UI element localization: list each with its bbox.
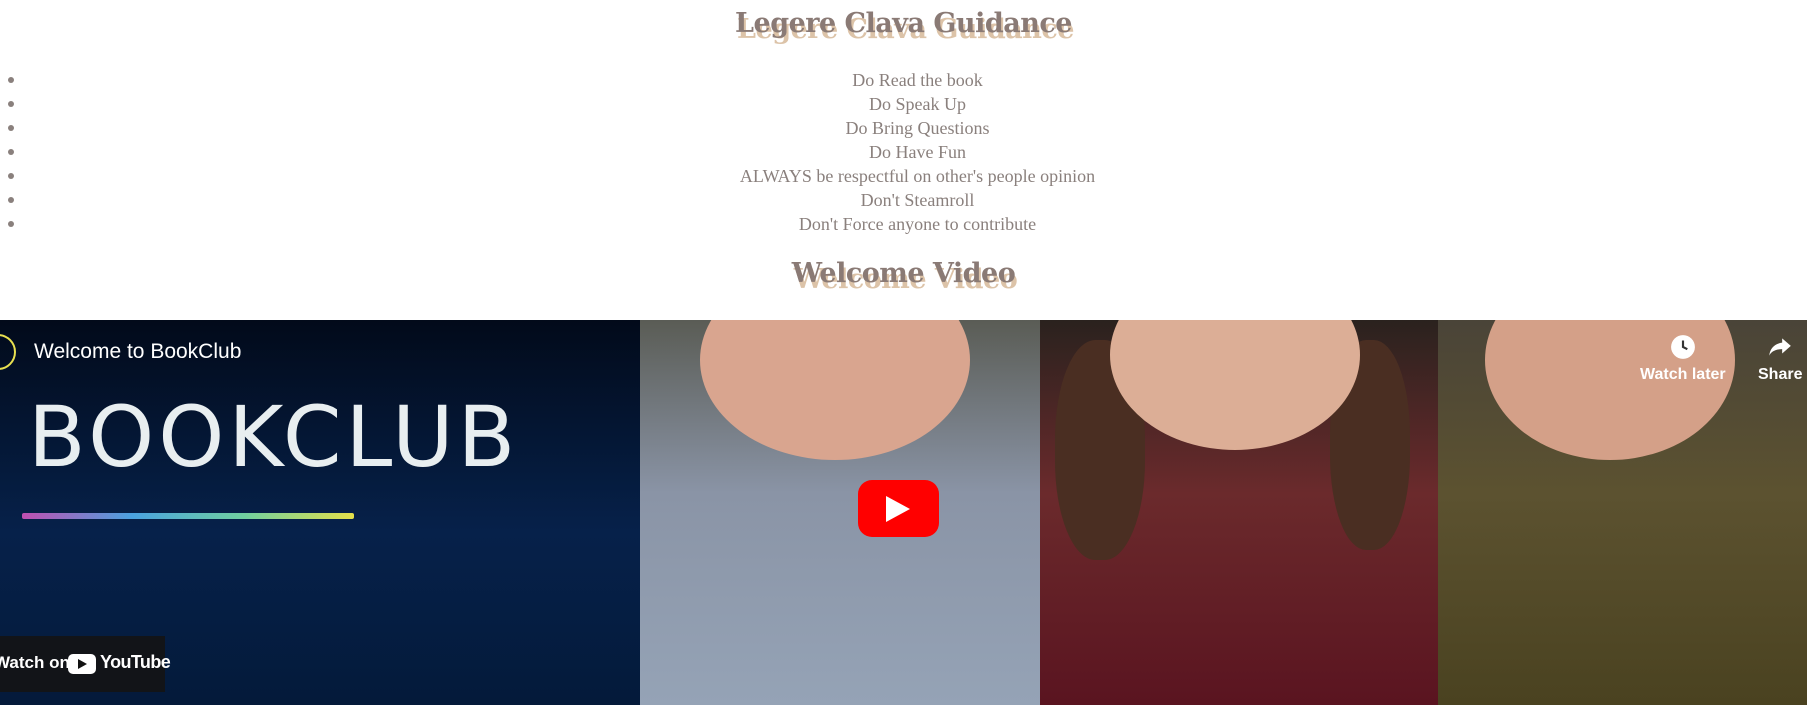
rules-list: Do Read the book Do Speak Up Do Bring Qu… <box>0 68 1807 236</box>
share-button[interactable]: Share <box>1758 334 1802 384</box>
video-title-link[interactable]: Welcome to BookClub <box>34 340 241 364</box>
bullet-icon <box>8 101 14 107</box>
list-item: Don't Steamroll <box>0 188 1807 212</box>
list-item: Don't Force anyone to contribute <box>0 212 1807 236</box>
watch-on-label: Watch on <box>0 653 70 672</box>
rule-text: Do Speak Up <box>869 94 966 114</box>
guidance-heading: Legere Clava Guidance <box>735 8 1072 39</box>
watch-later-label: Watch later <box>1640 366 1726 383</box>
list-item: Do Read the book <box>0 68 1807 92</box>
youtube-wordmark: YouTube <box>100 652 171 672</box>
bullet-icon <box>8 77 14 83</box>
rule-text: Do Read the book <box>852 70 983 90</box>
play-icon <box>886 496 910 522</box>
rule-text: Do Have Fun <box>869 142 966 162</box>
list-item: Do Speak Up <box>0 92 1807 116</box>
rule-text: ALWAYS be respectful on other's people o… <box>739 166 1096 186</box>
play-button[interactable] <box>858 480 939 537</box>
list-item: Do Have Fun <box>0 140 1807 164</box>
thumbnail-title-text: BOOKCLUB <box>28 388 520 486</box>
list-item: Do Bring Questions <box>0 116 1807 140</box>
welcome-video-heading: Welcome Video <box>791 258 1016 289</box>
watch-on-youtube-button[interactable]: Watch on YouTube <box>0 636 171 692</box>
watch-later-button[interactable]: Watch later <box>1640 334 1726 384</box>
bullet-icon <box>8 125 14 131</box>
bullet-icon <box>8 197 14 203</box>
list-item: ALWAYS be respectful on other's people o… <box>0 164 1807 188</box>
clock-icon <box>1670 335 1695 359</box>
youtube-video-player[interactable]: BOOKCLUB Welcome to BookClub Watch later… <box>0 320 1807 705</box>
rule-text: Don't Steamroll <box>860 190 975 210</box>
bullet-icon <box>8 173 14 179</box>
rule-text: Don't Force anyone to contribute <box>798 214 1037 234</box>
rule-text: Do Bring Questions <box>845 118 990 138</box>
bullet-icon <box>8 149 14 155</box>
share-label: Share <box>1758 366 1803 383</box>
youtube-logo-icon <box>68 654 96 674</box>
bullet-icon <box>8 221 14 227</box>
rainbow-underline <box>22 513 354 519</box>
share-arrow-icon <box>1769 338 1792 356</box>
